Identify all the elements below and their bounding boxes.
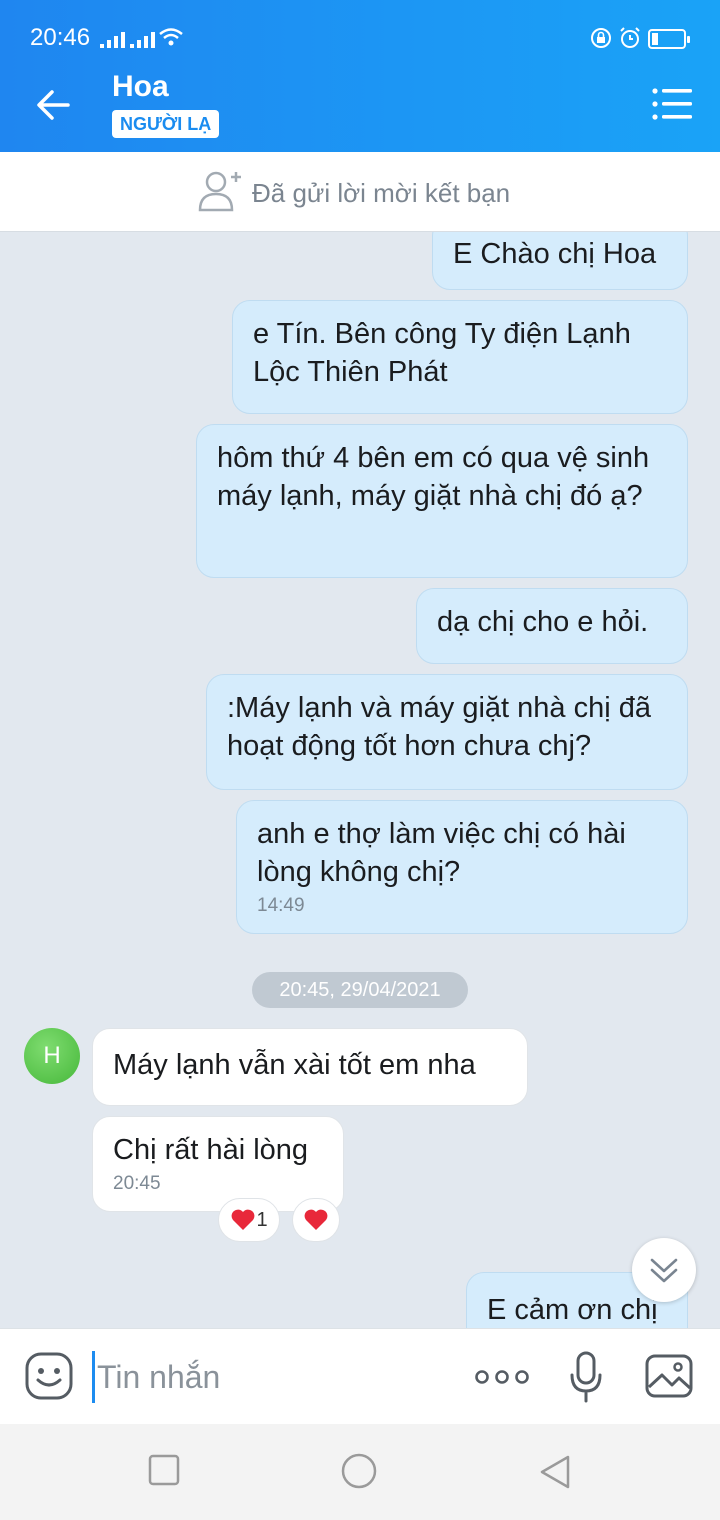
message-bubble-outgoing[interactable]: E Chào chị Hoa bbox=[432, 232, 688, 290]
stranger-badge: NGƯỜI LẠ bbox=[112, 110, 220, 138]
message-bubble-incoming[interactable]: Chị rất hài lòng 20:45 bbox=[92, 1116, 344, 1212]
add-friend-icon bbox=[198, 171, 241, 212]
recent-apps-icon[interactable] bbox=[148, 1454, 180, 1486]
date-separator: 20:45, 29/04/2021 bbox=[252, 972, 468, 1008]
heart-icon bbox=[304, 1209, 328, 1230]
message-text: anh e thợ làm việc chị có hài lòng không… bbox=[257, 818, 626, 888]
message-bubble-outgoing[interactable]: e Tín. Bên công Ty điện Lạnh Lộc Thiên P… bbox=[232, 300, 688, 414]
heart-icon bbox=[232, 1209, 255, 1230]
menu-list-icon[interactable] bbox=[650, 86, 694, 122]
microphone-icon[interactable] bbox=[568, 1349, 604, 1405]
message-text: e Tín. Bên công Ty điện Lạnh Lộc Thiên P… bbox=[253, 318, 631, 388]
message-bubble-outgoing[interactable]: dạ chị cho e hỏi. bbox=[416, 588, 688, 664]
back-button[interactable] bbox=[30, 80, 80, 130]
lock-rotation-icon bbox=[591, 28, 611, 48]
contact-name[interactable]: Hoa bbox=[112, 70, 169, 104]
signal-icon-2 bbox=[130, 30, 155, 48]
reaction-count: 1 bbox=[256, 1208, 268, 1231]
image-icon[interactable] bbox=[644, 1351, 694, 1401]
double-chevron-down-icon bbox=[650, 1258, 678, 1283]
battery-icon bbox=[648, 29, 690, 49]
message-text: dạ chị cho e hỏi. bbox=[437, 606, 649, 638]
status-bar: 20:46 bbox=[0, 0, 720, 56]
message-text: hôm thứ 4 bên em có qua vệ sinh máy lạnh… bbox=[217, 442, 650, 512]
message-text: E Chào chị Hoa bbox=[453, 238, 657, 270]
app-header: 20:46 Hoa NGƯỜI LẠ bbox=[0, 0, 720, 152]
message-text: Máy lạnh vẫn xài tốt em nha bbox=[113, 1049, 476, 1081]
alarm-icon bbox=[620, 27, 640, 48]
message-text: :Máy lạnh và máy giặt nhà chị đã hoạt độ… bbox=[227, 692, 651, 762]
react-button[interactable] bbox=[292, 1198, 340, 1242]
status-time: 20:46 bbox=[30, 24, 91, 51]
signal-icon bbox=[100, 30, 125, 48]
message-bubble-outgoing[interactable]: anh e thợ làm việc chị có hài lòng không… bbox=[236, 800, 688, 934]
back-nav-icon[interactable] bbox=[538, 1454, 572, 1490]
system-navigation-bar bbox=[0, 1424, 720, 1520]
message-time: 20:45 bbox=[113, 1173, 161, 1194]
friend-request-text: Đã gửi lời mời kết bạn bbox=[252, 178, 511, 208]
message-bubble-outgoing[interactable]: :Máy lạnh và máy giặt nhà chị đã hoạt độ… bbox=[206, 674, 688, 790]
friend-request-bar: Đã gửi lời mời kết bạn bbox=[0, 152, 720, 232]
message-time: 14:49 bbox=[257, 895, 305, 916]
message-input[interactable] bbox=[92, 1351, 452, 1403]
reaction-summary[interactable]: 1 bbox=[218, 1198, 280, 1242]
message-composer bbox=[0, 1328, 720, 1424]
scroll-to-bottom-button[interactable] bbox=[632, 1238, 696, 1302]
wifi-icon bbox=[159, 28, 183, 46]
home-icon[interactable] bbox=[340, 1452, 378, 1490]
message-text: Chị rất hài lòng bbox=[113, 1134, 309, 1166]
message-bubble-outgoing[interactable]: hôm thứ 4 bên em có qua vệ sinh máy lạnh… bbox=[196, 424, 688, 578]
message-bubble-incoming[interactable]: Máy lạnh vẫn xài tốt em nha bbox=[92, 1028, 528, 1106]
chat-area[interactable]: E Chào chị Hoa e Tín. Bên công Ty điện L… bbox=[0, 232, 720, 1328]
sticker-icon[interactable] bbox=[24, 1351, 74, 1401]
more-options-icon[interactable] bbox=[474, 1365, 530, 1389]
avatar[interactable]: H bbox=[24, 1028, 80, 1084]
